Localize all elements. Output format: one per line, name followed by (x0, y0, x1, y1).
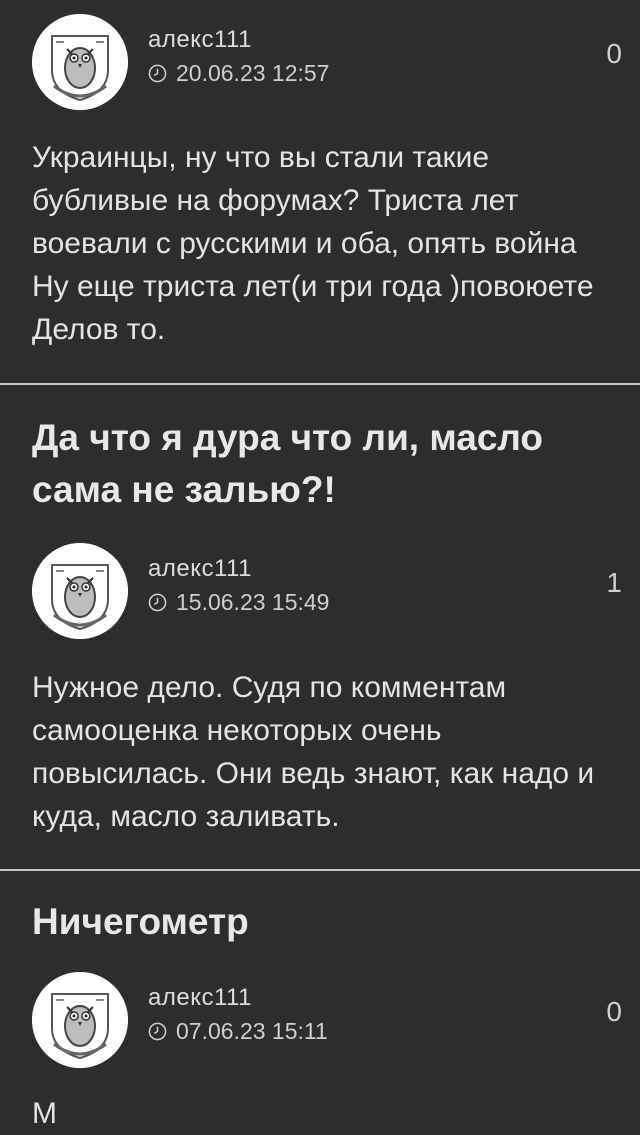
comment-header: алекс111 20.06.23 12:57 0 (32, 14, 622, 110)
date-text: 15.06.23 15:49 (176, 589, 330, 615)
date-text: 20.06.23 12:57 (176, 60, 330, 86)
author-avatar[interactable] (32, 972, 128, 1068)
post-title[interactable]: Да что я дура что ли, масло сама не заль… (32, 412, 632, 516)
comment-rating[interactable]: 1 (606, 567, 622, 599)
owl-crest-icon (32, 14, 128, 110)
post-title[interactable]: Ничегометр (32, 896, 632, 948)
comment-text: Украинцы, ну что вы стали такие бубливые… (32, 141, 594, 346)
post-divider (0, 383, 640, 385)
clock-icon (148, 1022, 167, 1041)
comment-text: Нужное дело. Судя по комментам самооценк… (32, 671, 595, 833)
author-avatar[interactable] (32, 14, 128, 110)
author-avatar[interactable] (32, 543, 128, 639)
comment-text: М (32, 1097, 57, 1130)
author-name[interactable]: алекс111 (148, 984, 252, 1012)
comment-date: 15.06.23 15:49 (148, 589, 329, 616)
owl-crest-icon (32, 543, 128, 639)
author-name[interactable]: алекс111 (148, 555, 252, 583)
clock-icon (148, 64, 167, 83)
comment-rating[interactable]: 0 (606, 996, 622, 1028)
owl-crest-icon (32, 972, 128, 1068)
post-divider (0, 869, 640, 871)
comment-date: 07.06.23 15:11 (148, 1018, 328, 1045)
comment-header: алекс111 07.06.23 15:11 0 (32, 972, 622, 1068)
date-text: 07.06.23 15:11 (176, 1018, 328, 1044)
comment-date: 20.06.23 12:57 (148, 60, 329, 87)
author-name[interactable]: алекс111 (148, 26, 252, 54)
clock-icon (148, 593, 167, 612)
comment-rating[interactable]: 0 (606, 38, 622, 70)
comment-header: алекс111 15.06.23 15:49 1 (32, 543, 622, 639)
